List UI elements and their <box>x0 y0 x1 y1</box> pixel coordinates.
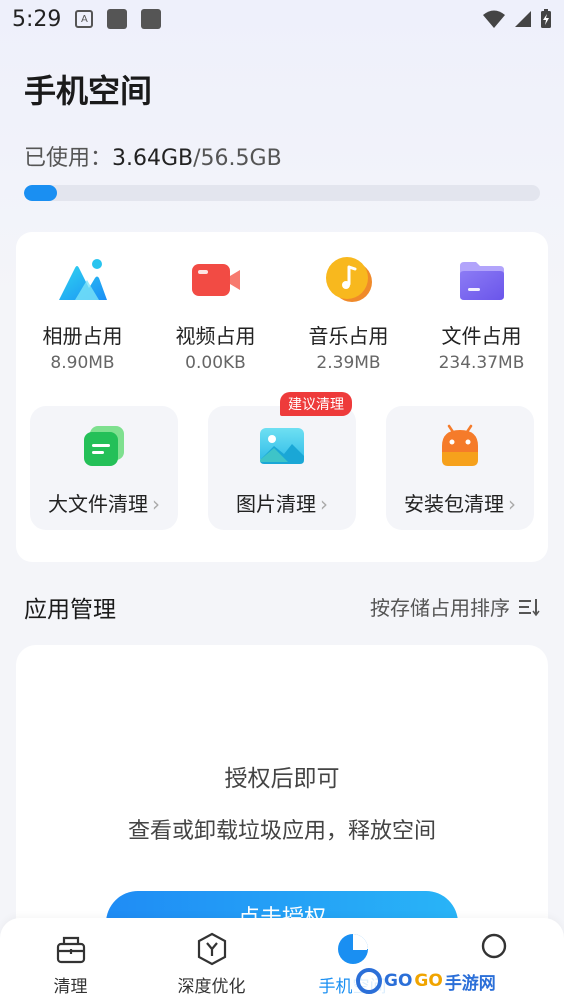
battery-icon <box>541 9 551 28</box>
keyboard-notification-icon: A <box>75 10 94 28</box>
category-size: 2.39MB <box>316 353 381 373</box>
category-photos[interactable]: 相册占用 8.90MB <box>16 252 149 373</box>
notification-square-icon <box>107 9 128 29</box>
auth-title: 授权后即可 <box>224 766 340 792</box>
wifi-icon <box>483 10 505 28</box>
category-size: 8.90MB <box>50 353 115 373</box>
storage-usage: 已使用：3.64GB/56.5GB <box>24 140 282 172</box>
storage-progress-fill <box>24 185 58 201</box>
circle-icon <box>477 932 511 966</box>
storage-card: 相册占用 8.90MB 视频占用 0.00KB 音乐占用 2.39MB 文件占用… <box>16 232 548 562</box>
category-videos[interactable]: 视频占用 0.00KB <box>149 252 282 373</box>
android-package-icon <box>436 422 484 470</box>
category-size: 0.00KB <box>185 353 246 373</box>
install-package-clean-button[interactable]: 安装包清理 › <box>386 406 534 530</box>
nav-label: 深度优化 <box>177 977 246 997</box>
folder-icon <box>454 252 510 308</box>
category-label: 视频占用 <box>175 324 256 348</box>
clean-label-text: 安装包清理 <box>404 492 504 516</box>
watermark-logo-icon <box>356 968 382 994</box>
category-row: 相册占用 8.90MB 视频占用 0.00KB 音乐占用 2.39MB 文件占用… <box>16 252 548 373</box>
storage-progress-bar <box>24 185 540 201</box>
sort-by-storage-button[interactable]: 按存储占用排序 <box>370 592 540 621</box>
status-right <box>482 9 552 29</box>
chevron-right-icon: › <box>152 492 160 516</box>
watermark: GO GO 手游网 <box>352 966 500 996</box>
usage-used: 3.64GB <box>112 146 194 171</box>
large-file-clean-button[interactable]: 大文件清理 › <box>30 406 178 530</box>
category-music[interactable]: 音乐占用 2.39MB <box>282 252 415 373</box>
notification-square-icon-2 <box>141 9 162 29</box>
chevron-right-icon: › <box>320 492 328 516</box>
status-time: 5:29 <box>12 6 62 32</box>
category-label: 文件占用 <box>441 324 522 348</box>
category-size: 234.37MB <box>438 353 525 373</box>
nav-clean[interactable]: 清理 <box>0 918 141 1004</box>
pie-chart-icon <box>336 932 370 966</box>
clean-label: 大文件清理 › <box>48 488 160 517</box>
photo-album-icon <box>55 252 111 308</box>
cell-signal-icon <box>515 11 531 27</box>
suggest-clean-badge: 建议清理 <box>280 392 352 416</box>
watermark-brand-1: GO <box>384 971 413 991</box>
auth-subtitle: 查看或卸载垃圾应用，释放空间 <box>127 819 436 844</box>
clean-label: 图片清理 › <box>236 488 328 517</box>
category-label: 音乐占用 <box>308 324 389 348</box>
picture-clean-button[interactable]: 建议清理 图片清理 › <box>208 392 356 530</box>
music-icon <box>321 252 377 308</box>
chevron-right-icon: › <box>508 492 516 516</box>
large-file-icon <box>80 422 128 470</box>
sort-label: 按存储占用排序 <box>370 596 510 620</box>
category-label: 相册占用 <box>42 324 123 348</box>
usage-label: 已使用： <box>24 146 113 171</box>
clean-label-text: 图片清理 <box>236 492 316 516</box>
clean-label-text: 大文件清理 <box>48 492 148 516</box>
category-files[interactable]: 文件占用 234.37MB <box>415 252 548 373</box>
broom-box-icon <box>54 932 88 966</box>
app-manage-title: 应用管理 <box>24 597 116 623</box>
picture-icon <box>258 422 306 470</box>
shield-y-icon <box>195 932 229 966</box>
watermark-suffix: 手游网 <box>444 973 496 994</box>
clean-tools-row: 大文件清理 › 建议清理 图片清理 › 安装包清理 › <box>30 392 534 530</box>
nav-deep-optimize[interactable]: 深度优化 <box>141 918 282 1004</box>
watermark-brand-2: GO <box>414 971 443 991</box>
usage-total: /56.5GB <box>193 146 282 171</box>
sort-list-icon <box>519 598 540 616</box>
nav-label: 清理 <box>53 977 88 997</box>
status-bar: 5:29 A <box>0 0 564 38</box>
page-title: 手机空间 <box>24 72 153 110</box>
clean-label: 安装包清理 › <box>404 488 516 517</box>
video-icon <box>188 252 244 308</box>
